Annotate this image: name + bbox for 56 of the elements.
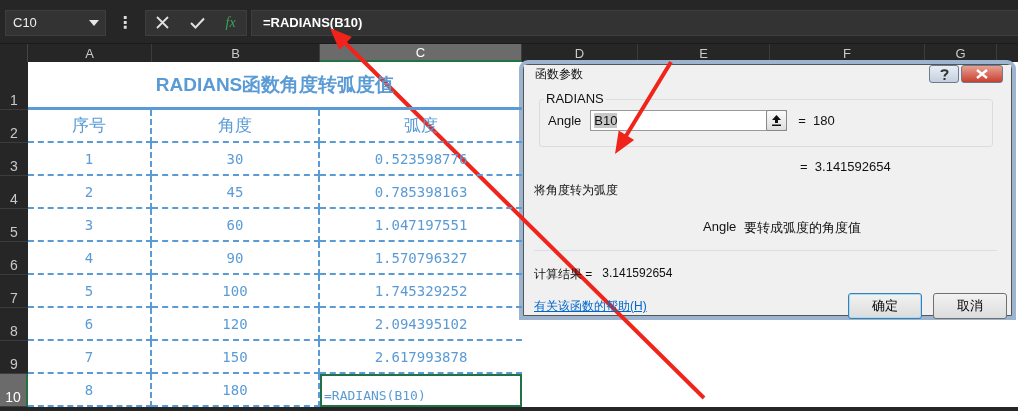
table-cell: 45 [152, 176, 320, 209]
row-header[interactable]: 2 [0, 110, 28, 143]
insert-function-button[interactable]: fx [225, 14, 236, 31]
argument-description: 要转成弧度的角度值 [744, 219, 862, 237]
caret-icon [89, 19, 99, 26]
row-header[interactable]: 8 [0, 308, 28, 341]
row-header[interactable]: 9 [0, 341, 28, 374]
column-header[interactable]: C [320, 44, 522, 62]
table-cell: 120 [152, 308, 320, 341]
function-description: 将角度转为弧度 [534, 182, 619, 199]
table-cell: 2 [28, 176, 152, 209]
table-cell: 90 [152, 242, 320, 275]
upload-arrow-icon [772, 115, 782, 126]
checkmark-icon[interactable] [189, 16, 205, 29]
argument-name: Angle [703, 219, 737, 236]
table-cell: 5 [28, 275, 152, 308]
row-header[interactable]: 3 [0, 143, 28, 176]
table-cell: 100 [152, 275, 320, 308]
row-header[interactable]: 1 [0, 62, 28, 110]
table-cell: 7 [28, 341, 152, 374]
table-cell: 150 [152, 341, 320, 374]
name-box[interactable]: C10 [5, 9, 106, 36]
ok-button[interactable]: 确定 [848, 293, 922, 319]
table-cell: 2.617993878 [320, 341, 522, 374]
table-cell: 8 [28, 374, 152, 407]
close-icon [976, 69, 988, 79]
argument-value: B10 [594, 113, 618, 128]
dialog-title: 函数参数 [535, 65, 583, 83]
function-name: RADIANS [544, 91, 606, 106]
column-heading: 序号 [28, 110, 152, 143]
result-value: 3.141592654 [602, 266, 673, 282]
table-cell: 3 [28, 209, 152, 242]
cancel-icon[interactable] [156, 16, 170, 29]
argument-result: = 180 [798, 113, 835, 128]
table-cell: 30 [152, 143, 320, 176]
formula-field[interactable]: =RADIANS(B10) [251, 9, 1018, 36]
argument-field[interactable]: B10 [590, 110, 788, 131]
table-cell: 6 [28, 308, 152, 341]
argument-label: Angle [548, 113, 582, 128]
row-header[interactable]: 10 [0, 374, 28, 407]
help-button[interactable] [929, 65, 959, 83]
row-header[interactable]: 7 [0, 275, 28, 308]
close-button[interactable] [961, 65, 1003, 83]
row-header[interactable]: 4 [0, 176, 28, 209]
cancel-button[interactable]: 取消 [933, 293, 1007, 319]
collapse-dialog-button[interactable] [766, 110, 788, 131]
table-cell: 4 [28, 242, 152, 275]
row-header[interactable]: 6 [0, 242, 28, 275]
table-cell: 1 [28, 143, 152, 176]
column-heading: 角度 [152, 110, 320, 143]
table-cell: 180 [152, 374, 320, 407]
formula-result: = 3.141592654 [800, 159, 892, 174]
row-header[interactable]: 5 [0, 209, 28, 242]
question-icon [939, 67, 949, 81]
more-options[interactable]: ⋮ [117, 13, 133, 32]
table-cell: 60 [152, 209, 320, 242]
